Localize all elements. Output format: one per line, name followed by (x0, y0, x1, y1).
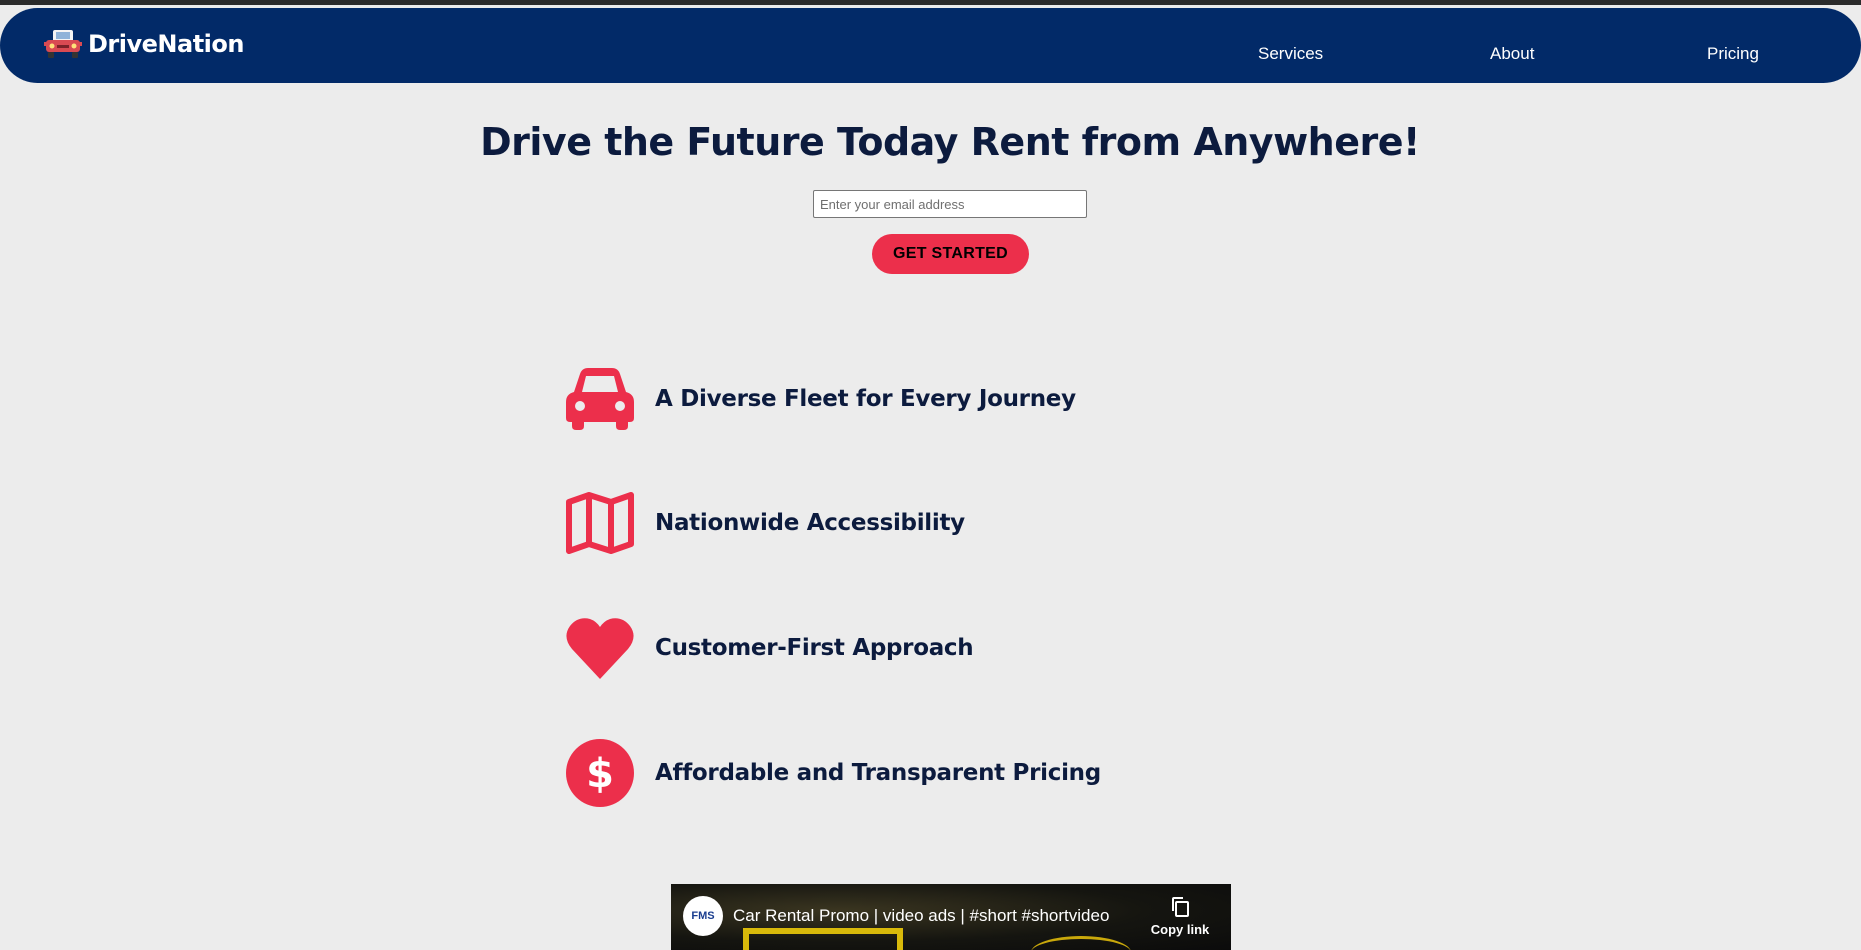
dollar-circle-icon: $ (565, 738, 635, 808)
map-icon (565, 488, 635, 558)
brand-logo[interactable]: DriveNation (44, 28, 244, 60)
feature-item-fleet: A Diverse Fleet for Every Journey (565, 364, 1076, 434)
navbar: DriveNation Services About Pricing (0, 8, 1861, 83)
feature-label: Affordable and Transparent Pricing (655, 760, 1101, 786)
promo-video-embed[interactable]: FMS Car Rental Promo | video ads | #shor… (671, 884, 1231, 950)
feature-item-accessibility: Nationwide Accessibility (565, 488, 965, 558)
browser-top-strip (0, 0, 1861, 5)
heart-icon (565, 613, 635, 683)
copy-link-label: Copy link (1150, 922, 1210, 937)
nav-link-services[interactable]: Services (1258, 44, 1323, 64)
email-input[interactable] (813, 190, 1087, 218)
video-thumbnail-frame (743, 928, 903, 950)
copy-icon (1145, 896, 1215, 918)
feature-label: Customer-First Approach (655, 635, 974, 661)
channel-avatar[interactable]: FMS (683, 896, 723, 936)
video-title[interactable]: Car Rental Promo | video ads | #short #s… (733, 906, 1109, 926)
feature-label: A Diverse Fleet for Every Journey (655, 386, 1076, 412)
svg-text:$: $ (586, 751, 614, 797)
nav-link-about[interactable]: About (1490, 44, 1534, 64)
nav-link-pricing[interactable]: Pricing (1707, 44, 1759, 64)
brand-name: DriveNation (88, 30, 244, 58)
hero-title: Drive the Future Today Rent from Anywher… (480, 120, 1420, 164)
car-icon (565, 364, 635, 434)
car-icon (44, 28, 82, 60)
feature-item-customer-first: Customer-First Approach (565, 613, 974, 683)
feature-item-pricing: $ Affordable and Transparent Pricing (565, 738, 1101, 808)
get-started-button[interactable]: GET STARTED (872, 234, 1029, 274)
feature-label: Nationwide Accessibility (655, 510, 965, 536)
copy-link-button[interactable]: Copy link (1145, 896, 1215, 937)
